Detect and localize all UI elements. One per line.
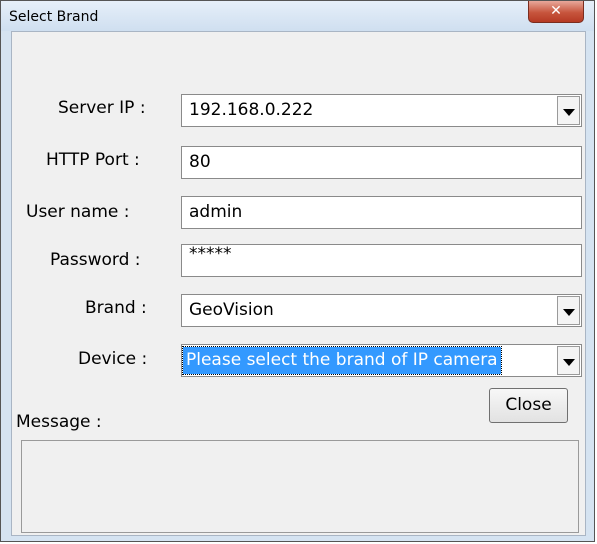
server-ip-value: 192.168.0.222	[189, 100, 314, 120]
chevron-down-icon[interactable]	[557, 96, 580, 125]
dialog-body: Server IP : 192.168.0.222 HTTP Port : 80…	[11, 31, 586, 536]
device-value: Please select the brand of IP camera	[182, 346, 502, 375]
device-combobox[interactable]: Please select the brand of IP camera	[181, 344, 582, 377]
password-input[interactable]: *****	[181, 244, 582, 277]
http-port-input[interactable]: 80	[181, 146, 582, 179]
brand-combobox[interactable]: GeoVision	[181, 294, 582, 327]
user-name-value: admin	[189, 202, 243, 222]
close-icon: ✕	[550, 3, 562, 19]
chevron-down-icon[interactable]	[557, 296, 580, 325]
server-ip-combobox[interactable]: 192.168.0.222	[181, 94, 582, 127]
device-label: Device :	[78, 349, 148, 369]
title-bar[interactable]: Select Brand ✕	[1, 1, 594, 31]
chevron-down-icon[interactable]	[557, 346, 580, 375]
password-label: Password :	[50, 250, 141, 270]
select-brand-dialog: Select Brand ✕ Server IP : 192.168.0.222…	[0, 0, 595, 542]
message-label: Message :	[16, 412, 102, 432]
http-port-label: HTTP Port :	[46, 150, 140, 170]
password-value: *****	[189, 244, 232, 264]
user-name-label: User name :	[26, 202, 130, 222]
server-ip-label: Server IP :	[58, 98, 146, 118]
close-window-button[interactable]: ✕	[528, 1, 584, 23]
close-button[interactable]: Close	[489, 388, 568, 423]
brand-label: Brand :	[85, 298, 147, 318]
window-title: Select Brand	[9, 9, 99, 25]
user-name-input[interactable]: admin	[181, 196, 582, 229]
message-box	[21, 440, 579, 533]
http-port-value: 80	[189, 152, 211, 172]
brand-value: GeoVision	[189, 300, 274, 320]
